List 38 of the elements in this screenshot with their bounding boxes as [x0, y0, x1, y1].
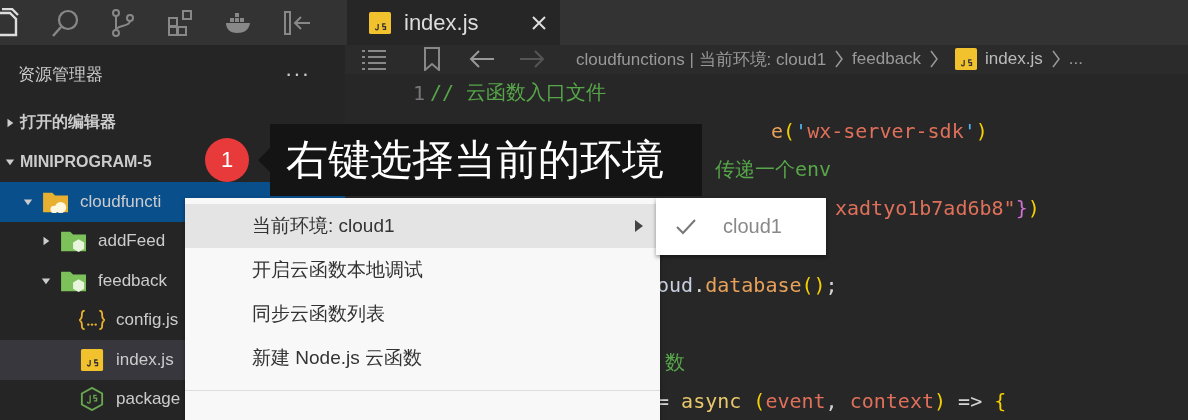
hexagon-icon — [78, 387, 106, 412]
tree-item[interactable]: config.js — [56, 308, 179, 333]
tree-item[interactable]: package — [56, 387, 181, 412]
more-actions[interactable]: ··· — [285, 61, 310, 87]
code-line: 数 — [665, 348, 685, 376]
tree-item[interactable]: cloudfuncti — [20, 189, 162, 214]
breadcrumb-item[interactable]: index.js — [985, 49, 1043, 70]
close-icon[interactable] — [530, 14, 547, 31]
js-file-icon — [78, 347, 106, 372]
chevron-icon — [834, 49, 845, 70]
menu-item[interactable]: 开启云函数本地调试 — [185, 248, 660, 292]
folder-icon — [60, 229, 88, 254]
outline-icon[interactable] — [360, 47, 388, 72]
menu-item[interactable]: 新建 Node.js 云函数 — [185, 336, 660, 380]
js-file-icon — [369, 11, 391, 34]
tree-item[interactable]: addFeed — [38, 229, 166, 254]
step-tooltip: 右键选择当前的环境 — [258, 124, 702, 196]
chevron-icon — [1050, 49, 1061, 70]
js-file-icon — [955, 48, 978, 71]
tree-item[interactable]: 打开的编辑器 — [2, 112, 116, 134]
breadcrumb-item[interactable]: ... — [1068, 49, 1083, 70]
breadcrumb-item[interactable]: feedback — [852, 49, 922, 70]
breadcrumb-item[interactable]: cloudfunctions | 当前环境: cloud1 — [576, 47, 827, 71]
tree-item[interactable]: MINIPROGRAM-5 — [2, 153, 152, 172]
braces-icon — [78, 308, 106, 333]
chevron-icon — [929, 49, 940, 70]
tree-item[interactable]: index.js — [56, 347, 174, 372]
editor-tab[interactable]: index.js — [347, 0, 560, 45]
tree-item[interactable]: feedback — [38, 268, 167, 293]
code-line: 传递一个env — [715, 156, 832, 184]
menu-item[interactable]: 同步云函数列表 — [185, 292, 660, 336]
sidebar-title: 资源管理器 — [18, 63, 103, 86]
code-line: xadtyo1b7ad6b8"}) — [835, 196, 1040, 221]
line-number: 1 — [412, 80, 425, 105]
search-icon[interactable] — [50, 7, 80, 38]
code-line: // 云函数入口文件 — [430, 79, 607, 107]
submenu-caret-icon — [634, 220, 644, 232]
code-line: e('wx-server-sdk') — [771, 119, 988, 144]
